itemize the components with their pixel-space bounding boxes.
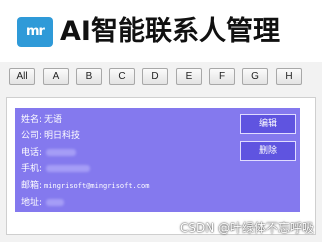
filter-d-button[interactable]: D [142,68,168,85]
email-value: mingrisoft@mingrisoft.com [44,182,150,190]
filter-f-button[interactable]: F [209,68,235,85]
company-label: 公司: [21,131,43,141]
contact-phone-row: 电话: [21,147,77,159]
phone-label: 电话: [21,148,43,158]
filter-all-button[interactable]: All [9,68,35,85]
address-label: 地址: [21,198,43,208]
name-value: 无语 [44,115,63,125]
contact-company-row: 公司: 明日科技 [21,130,80,142]
contact-mobile-row: 手机: [21,163,91,175]
contact-card: 姓名: 无语 公司: 明日科技 电话: 手机: 邮箱: mingrisoft@ming… [15,108,300,212]
filter-a-button[interactable]: A [43,68,69,85]
filter-h-button[interactable]: H [276,68,302,85]
contact-name-row: 姓名: 无语 [21,114,62,126]
email-label: 邮箱: [21,181,43,191]
filter-c-button[interactable]: C [109,68,135,85]
edit-button[interactable]: 编辑 [240,114,296,134]
app-header: mr AI智能联系人管理 [0,0,322,62]
csdn-watermark: CSDN @叶绿体不忘呼吸 [179,221,314,235]
name-label: 姓名: [21,115,43,125]
contact-email-row: 邮箱: mingrisoft@mingrisoft.com [21,180,149,192]
phone-value-redacted [46,149,77,156]
mobile-value-redacted [46,165,91,172]
app-title: AI智能联系人管理 [60,16,280,47]
app-logo-icon: mr [17,17,53,47]
filter-b-button[interactable]: B [76,68,102,85]
company-value: 明日科技 [44,131,81,141]
letter-filter-bar: All A B C D E F G H [0,68,322,86]
address-value-redacted [46,199,65,206]
contact-address-row: 地址: [21,197,65,209]
mobile-label: 手机: [21,164,43,174]
delete-button[interactable]: 删除 [240,141,296,161]
filter-g-button[interactable]: G [242,68,268,85]
filter-e-button[interactable]: E [176,68,202,85]
